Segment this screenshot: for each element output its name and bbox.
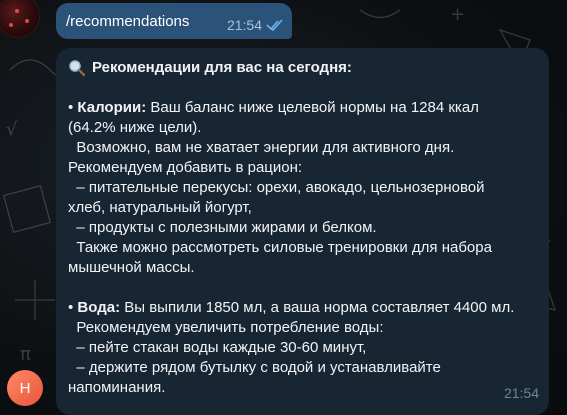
message-header: Рекомендации для вас на сегодня:	[68, 58, 537, 78]
sender-avatar[interactable]: Н	[7, 370, 43, 406]
text-line: хлеб, натуральный йогурт,	[68, 199, 252, 216]
incoming-time: 21:54	[503, 385, 539, 401]
outgoing-message[interactable]: /recommendations 21:54	[56, 3, 292, 39]
water-label: Вода:	[77, 299, 121, 316]
calories-line1: Ваш баланс ниже целевой нормы на 1284 кк…	[146, 99, 479, 116]
outgoing-meta: 21:54	[227, 17, 284, 33]
text-line: (64.2% ниже цели).	[68, 119, 202, 136]
svg-text:π: π	[20, 344, 31, 365]
bullet: •	[68, 299, 78, 316]
svg-text:√: √	[6, 119, 18, 140]
text-line: напоминания.	[68, 379, 166, 396]
incoming-message[interactable]: Рекомендации для вас на сегодня: • Калор…	[56, 48, 549, 415]
text-line: Также можно рассмотреть силовые трениров…	[68, 239, 492, 256]
avatar-letter: Н	[19, 379, 31, 397]
text-line: – продукты с полезными жирами и белком.	[68, 219, 377, 236]
svg-text:+: +	[450, 4, 465, 25]
text-line: – держите рядом бутылку с водой и устана…	[68, 359, 441, 376]
water-section: • Вода: Вы выпили 1850 мл, а ваша норма …	[68, 298, 537, 398]
text-line: – пейте стакан воды каждые 30-60 минут,	[68, 339, 367, 356]
text-line: мышечной массы.	[68, 259, 195, 276]
double-check-icon	[266, 19, 283, 31]
text-line: Рекомендуем увеличить потребление воды:	[68, 319, 384, 336]
text-line: Возможно, вам не хватает энергии для акт…	[68, 139, 455, 156]
text-line: Рекомендуем добавить в рацион:	[68, 159, 303, 176]
text-line: – питательные перекусы: орехи, авокадо, …	[68, 179, 485, 196]
magnifier-icon	[69, 60, 86, 77]
calories-label: Калории:	[77, 99, 147, 116]
outgoing-time: 21:54	[226, 17, 262, 33]
water-line1: Вы выпили 1850 мл, а ваша норма составля…	[120, 299, 515, 316]
bullet: •	[68, 99, 78, 116]
calories-section: • Калории: Ваш баланс ниже целевой нормы…	[68, 98, 537, 278]
command-text: /recommendations	[66, 12, 190, 30]
header-text: Рекомендации для вас на сегодня:	[92, 59, 352, 76]
